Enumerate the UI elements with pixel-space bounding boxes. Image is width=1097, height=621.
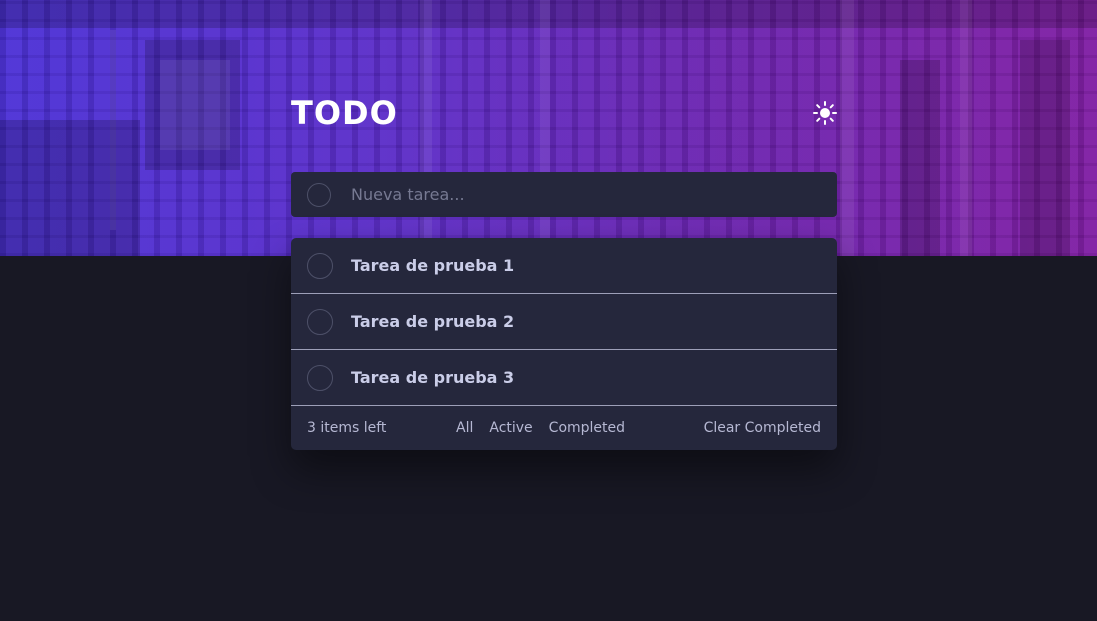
sun-icon (813, 101, 837, 125)
todo-checkbox[interactable] (307, 308, 333, 335)
todo-item[interactable]: Tarea de prueba 3 (291, 350, 837, 406)
todo-text: Tarea de prueba 3 (351, 368, 515, 387)
todo-app: TODO Tarea de prueb (291, 94, 839, 450)
filter-completed-button[interactable]: Completed (549, 420, 625, 436)
items-left-count: 3 items left (307, 420, 387, 436)
app-title: TODO (291, 94, 398, 132)
todo-item[interactable]: Tarea de prueba 2 (291, 294, 837, 350)
todo-list: Tarea de prueba 1 Tarea de prueba 2 Tare… (291, 238, 837, 450)
app-header: TODO (291, 94, 839, 132)
todo-text: Tarea de prueba 2 (351, 312, 515, 331)
filter-active-button[interactable]: Active (489, 420, 532, 436)
filter-all-button[interactable]: All (456, 420, 473, 436)
todo-checkbox[interactable] (307, 252, 333, 279)
new-todo-checkbox[interactable] (307, 182, 331, 207)
todo-footer: 3 items left All Active Completed Clear … (291, 406, 837, 450)
theme-toggle-button[interactable] (811, 99, 839, 127)
clear-completed-button[interactable]: Clear Completed (704, 420, 821, 436)
new-todo-input[interactable] (349, 184, 813, 205)
filter-group: All Active Completed (456, 420, 625, 436)
todo-checkbox[interactable] (307, 364, 333, 391)
todo-item[interactable]: Tarea de prueba 1 (291, 238, 837, 294)
new-todo-row (291, 172, 837, 217)
todo-text: Tarea de prueba 1 (351, 256, 515, 275)
